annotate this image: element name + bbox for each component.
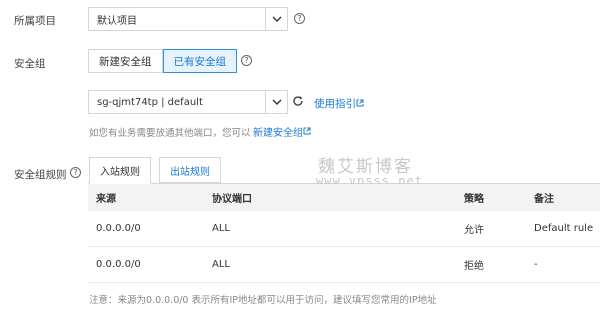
security-group-label: 安全组 xyxy=(14,58,46,70)
table-header: 来源 协议端口 策略 备注 xyxy=(88,184,600,211)
external-link-icon[interactable] xyxy=(303,126,311,138)
cell-source: 0.0.0.0/0 xyxy=(96,259,141,270)
chevron-down-icon[interactable] xyxy=(265,91,287,113)
project-select[interactable]: 默认项目 xyxy=(88,7,288,31)
help-icon[interactable]: ? xyxy=(294,13,305,24)
cell-protocol-port: ALL xyxy=(212,223,230,234)
tab-inbound-rules[interactable]: 入站规则 xyxy=(89,157,151,184)
refresh-icon[interactable] xyxy=(292,95,304,110)
column-note: 备注 xyxy=(534,194,554,205)
security-group-toggle[interactable]: 新建安全组 已有安全组 xyxy=(88,49,237,73)
cell-protocol-port: ALL xyxy=(212,259,230,270)
help-icon[interactable]: ? xyxy=(241,55,252,66)
new-security-group-button[interactable]: 新建安全组 xyxy=(88,49,163,73)
hint-text: 如您有业务需要放通其他端口，您可以 xyxy=(89,128,251,139)
cell-policy: 拒绝 xyxy=(464,261,484,272)
project-label: 所属项目 xyxy=(14,15,56,27)
help-icon[interactable]: ? xyxy=(70,167,81,178)
column-policy: 策略 xyxy=(464,194,484,205)
rules-table: 来源 协议端口 策略 备注 0.0.0.0/0 ALL 允许 Default r… xyxy=(88,184,600,283)
cell-note: - xyxy=(534,259,538,270)
tab-outbound-rules[interactable]: 出站规则 xyxy=(159,157,221,183)
cell-source: 0.0.0.0/0 xyxy=(96,223,141,234)
column-source: 来源 xyxy=(96,194,116,205)
security-group-select-value: sg-qjmt74tp | default xyxy=(97,96,203,108)
usage-guide-link[interactable]: 使用指引 xyxy=(314,96,356,111)
external-link-icon[interactable] xyxy=(356,98,364,110)
existing-security-group-button[interactable]: 已有安全组 xyxy=(162,49,237,73)
cell-policy: 允许 xyxy=(464,225,484,236)
security-group-select[interactable]: sg-qjmt74tp | default xyxy=(88,90,288,114)
table-row: 0.0.0.0/0 ALL 拒绝 - xyxy=(88,247,600,283)
project-select-value: 默认项目 xyxy=(97,15,137,27)
chevron-down-icon[interactable] xyxy=(265,8,287,30)
security-group-rules-label: 安全组规则 xyxy=(14,169,67,181)
new-security-group-link[interactable]: 新建安全组 xyxy=(253,124,303,139)
cell-note: Default rule xyxy=(534,223,594,234)
column-protocol-port: 协议端口 xyxy=(212,194,252,205)
table-row: 0.0.0.0/0 ALL 允许 Default rule xyxy=(88,211,600,247)
rules-note: 注意：来源为0.0.0.0/0 表示所有IP地址都可以用于访问，建议填写您常用的… xyxy=(89,295,437,306)
